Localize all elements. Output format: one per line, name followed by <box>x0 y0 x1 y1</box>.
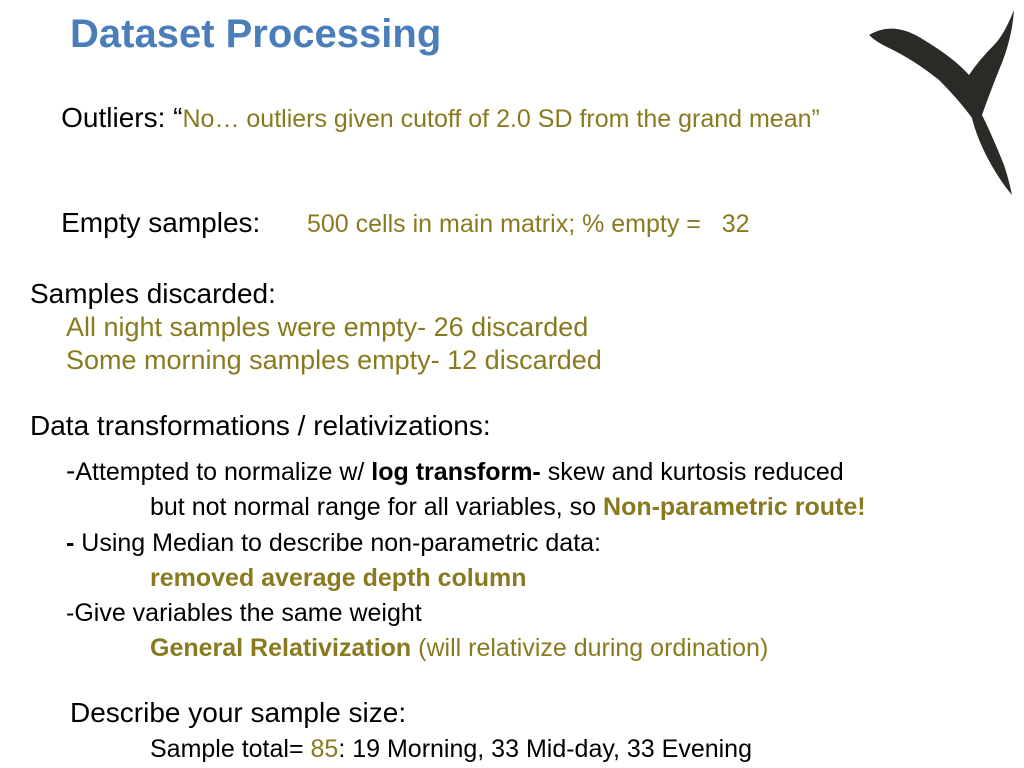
empty-samples-line: Empty samples: 500 cells in main matrix;… <box>30 170 994 275</box>
outliers-line: Outliers: “No… outliers given cutoff of … <box>30 65 994 170</box>
transform-a-bold: log transform- <box>371 458 547 486</box>
bird-icon <box>864 0 1024 200</box>
discarded-line-1: All night samples were empty- 26 discard… <box>66 311 994 345</box>
sample-total-value: 85 <box>311 735 339 763</box>
sample-total-pre: Sample total= <box>150 735 311 763</box>
transform-c-paren: (will relativize during ordination) <box>418 634 768 662</box>
sample-total-post: : 19 Morning, 33 Mid-day, 33 Evening <box>338 735 752 763</box>
transform-b-dash: - <box>66 529 81 557</box>
transform-a-pre: Attempted to normalize w/ <box>75 458 371 486</box>
discarded-line-2: Some morning samples empty- 12 discarded <box>66 344 994 378</box>
transform-c-result: General Relativization (will relativize … <box>150 629 994 664</box>
discarded-label: Samples discarded: <box>30 276 994 311</box>
empty-samples-label: Empty samples: <box>61 207 307 238</box>
transform-a-nonparam: Non-parametric route! <box>603 493 866 521</box>
outliers-text: No… outliers given cutoff of 2.0 SD from… <box>182 105 819 133</box>
transform-c: -Give variables the same weight <box>66 594 994 629</box>
transform-b-result-text: removed average depth column <box>150 564 527 592</box>
transform-a-post: skew and kurtosis reduced <box>548 458 844 486</box>
sample-size-header: Describe your sample size: <box>70 695 994 730</box>
transform-a-cont-text: but not normal range for all variables, … <box>150 493 603 521</box>
empty-samples-text: 500 cells in main matrix; % empty = 32 <box>307 210 750 238</box>
transform-b: - Using Median to describe non-parametri… <box>66 524 994 559</box>
outliers-label: Outliers: <box>61 102 173 133</box>
transforms-header: Data transformations / relativizations: <box>30 408 994 443</box>
transform-c-text: Give variables the same weight <box>74 599 421 627</box>
transform-b-result: removed average depth column <box>150 559 994 594</box>
transform-c-bold: General Relativization <box>150 634 418 662</box>
sample-size-detail: Sample total= 85: 19 Morning, 33 Mid-day… <box>150 730 994 765</box>
transform-a-dash: - <box>66 455 75 486</box>
slide-title: Dataset Processing <box>70 12 994 57</box>
transform-a: -Attempted to normalize w/ log transform… <box>66 453 994 488</box>
transform-b-text: Using Median to describe non-parametric … <box>81 529 601 557</box>
transform-a-cont: but not normal range for all variables, … <box>150 488 994 523</box>
